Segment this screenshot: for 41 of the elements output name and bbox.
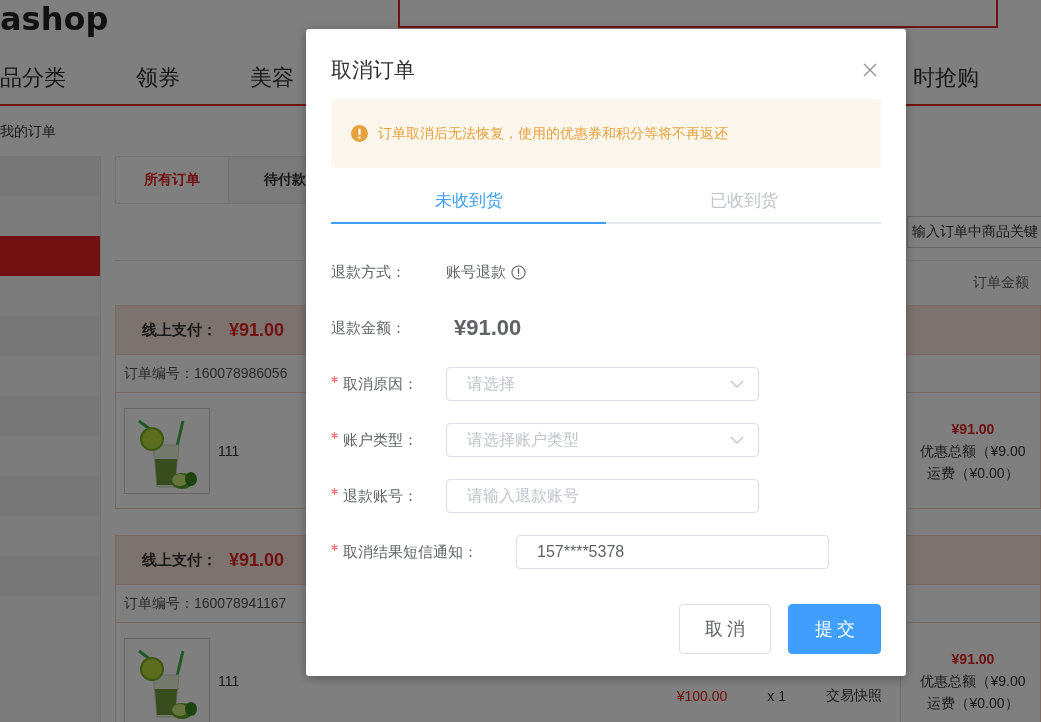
field-label: 取消原因： (343, 374, 418, 392)
payment-label: 线上支付： (142, 320, 217, 340)
discount-text: 优惠总额（¥9.00 (920, 671, 1026, 691)
nav-link[interactable]: 美容 (250, 63, 294, 93)
tab[interactable]: 未收到货 (331, 176, 606, 224)
shipping-text: 运费（¥0.00） (927, 463, 1019, 483)
submit-button[interactable]: 提交 (788, 604, 881, 654)
discount-text: 优惠总额（¥9.00 (920, 441, 1026, 461)
field-value: 账号退款 (446, 262, 506, 282)
field-label: 取消结果短信通知： (343, 542, 478, 560)
refund-amount: ¥91.00 (454, 315, 522, 341)
order-total: ¥91.00 (951, 419, 995, 439)
chevron-down-icon (730, 436, 744, 444)
close-icon[interactable] (863, 63, 877, 77)
search-field[interactable]: 输入订单中商品关键 (907, 216, 1041, 248)
nav-link[interactable]: 品分类 (0, 63, 66, 93)
payment-label: 线上支付： (142, 550, 217, 570)
cancel-button[interactable]: 取消 (679, 604, 771, 654)
nav-link[interactable]: 领券 (136, 63, 180, 93)
order-total: ¥91.00 (951, 649, 995, 669)
field-label: 账户类型： (343, 430, 418, 448)
product-name[interactable]: 111 (218, 672, 677, 689)
input-field[interactable]: 157****5378 (516, 535, 829, 569)
unit-price: ¥100.00 (676, 687, 728, 704)
shipping-text: 运费（¥0.00） (927, 693, 1019, 713)
nav-link[interactable]: 时抢购 (913, 63, 979, 93)
snapshot-link[interactable]: 交易快照 (826, 686, 882, 705)
info-icon[interactable] (511, 264, 526, 280)
alert-text: 订单取消后无法恢复，使用的优惠券和积分等将不再返还 (378, 124, 728, 143)
logo[interactable]: ashop (0, 0, 109, 52)
sidebar-item[interactable] (0, 236, 100, 276)
payment-amount: ¥91.00 (229, 319, 285, 341)
quantity: x 1 (767, 687, 786, 704)
field-label: 退款金额： (331, 318, 406, 336)
field-label: 退款方式： (331, 262, 406, 280)
warning-icon (351, 125, 368, 142)
dialog-title: 取消订单 (331, 57, 415, 83)
field-label: 退款账号： (343, 486, 418, 504)
column-header: 订单金额 (973, 274, 1029, 292)
payment-amount: ¥91.00 (229, 549, 285, 571)
chevron-down-icon (730, 380, 744, 388)
